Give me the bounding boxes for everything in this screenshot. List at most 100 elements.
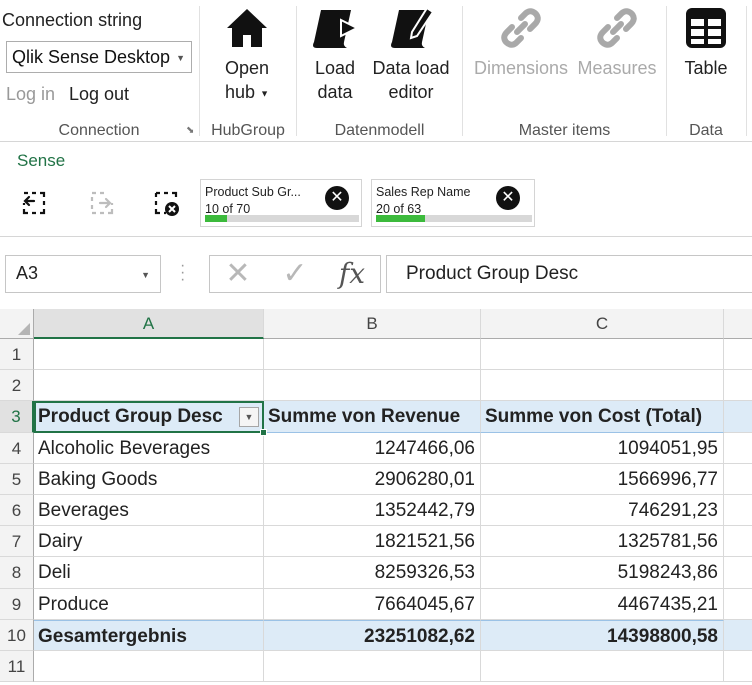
ribbon: Connection string Qlik Sense Desktop ▼ L… [0,0,752,142]
close-icon[interactable]: ✕ [496,186,520,210]
empty-cell[interactable] [724,464,752,495]
pivot-data-cell[interactable]: 1247466,06 [264,432,481,464]
empty-cell[interactable] [481,370,724,402]
pivot-header-cell[interactable]: Summe von Revenue [264,401,481,433]
fill-handle[interactable] [260,428,267,436]
empty-cell[interactable] [724,370,752,402]
cancel-icon[interactable]: ✕ [220,258,256,290]
row-header[interactable]: 1 [0,339,34,371]
cell-text: 2906280,01 [374,468,475,490]
measures-button[interactable]: Measures [575,6,659,80]
empty-cell[interactable] [481,651,724,683]
select-all-button[interactable] [0,309,34,339]
data-load-editor-label-1: Data load [372,58,450,78]
empty-cell[interactable] [724,651,752,683]
dialog-launcher-icon[interactable]: ⬊ [186,126,196,136]
empty-cell[interactable] [724,557,752,589]
hubgroup-group-label: HubGroup [211,122,285,139]
cell-text: 4467435,21 [617,593,718,615]
pivot-data-cell[interactable]: Dairy [34,526,264,558]
cell-text: Summe von Cost (Total) [485,406,703,428]
name-box[interactable]: A3 ▼ [5,255,161,293]
row-header[interactable]: 9 [0,588,34,620]
row-header[interactable]: 4 [0,432,34,464]
connection-select[interactable]: Qlik Sense Desktop ▼ [6,41,192,73]
empty-cell[interactable] [724,495,752,527]
empty-cell[interactable] [724,339,752,371]
cell-text: 746291,23 [628,500,718,521]
clear-selections-icon[interactable] [152,189,180,217]
pivot-data-cell[interactable]: Beverages [34,495,264,527]
insert-function-button[interactable]: fx [330,258,374,290]
column-header-d[interactable] [724,309,752,339]
connection-string-label: Connection string [2,10,143,30]
row-header[interactable]: 2 [0,370,34,402]
row-header[interactable]: 7 [0,526,34,558]
column-header-a[interactable]: A [34,309,264,339]
selection-chip[interactable]: Sales Rep Name 20 of 63 ✕ [371,179,535,227]
pivot-data-cell[interactable]: 8259326,53 [264,557,481,589]
enter-icon[interactable]: ✓ [276,258,314,290]
pivot-data-cell[interactable]: 1094051,95 [481,432,724,464]
empty-cell[interactable] [34,651,264,683]
empty-cell[interactable] [724,401,752,433]
pivot-data-cell[interactable]: 4467435,21 [481,588,724,620]
pivot-data-cell[interactable]: 1821521,56 [264,526,481,558]
master-items-group: Dimensions Measures Master items [463,0,666,142]
empty-cell[interactable] [724,619,752,651]
pivot-data-cell[interactable]: 2906280,01 [264,463,481,495]
close-icon[interactable]: ✕ [325,186,349,210]
load-data-button[interactable]: Load data [309,6,361,104]
empty-cell[interactable] [724,433,752,464]
pivot-data-cell[interactable]: 1352442,79 [264,495,481,527]
pivot-data-cell[interactable]: Baking Goods [34,463,264,495]
pivot-total-cell[interactable]: 23251082,62 [264,619,481,651]
column-header-b[interactable]: B [264,309,481,339]
empty-cell[interactable] [481,339,724,371]
empty-cell[interactable] [34,370,264,402]
pivot-data-cell[interactable]: Alcoholic Beverages [34,432,264,464]
forward-selection-icon[interactable] [88,189,116,217]
pivot-data-cell[interactable]: 5198243,86 [481,557,724,589]
cell-text: 1247466,06 [374,437,475,459]
more-icon[interactable]: · · · [180,258,186,288]
empty-cell[interactable] [724,526,752,558]
data-load-editor-button[interactable]: Data load editor [369,6,453,104]
empty-cell[interactable] [264,370,481,402]
table-button[interactable]: Table [677,6,735,80]
empty-cell[interactable] [724,589,752,620]
dimensions-button[interactable]: Dimensions [469,6,573,80]
selection-field-name: Product Sub Gr... [205,185,301,199]
row-header[interactable]: 11 [0,651,34,683]
formula-input[interactable]: Product Group Desc [386,255,752,293]
pivot-data-cell[interactable]: Deli [34,557,264,589]
cell-text: Deli [38,562,71,584]
filter-dropdown-icon[interactable]: ▼ [239,407,259,428]
pivot-total-cell[interactable]: 14398800,58 [481,619,724,651]
back-selection-icon[interactable] [20,189,48,217]
pivot-header-cell[interactable]: Summe von Cost (Total) [481,401,724,433]
pivot-total-cell[interactable]: Gesamtergebnis [34,619,264,651]
pivot-data-cell[interactable]: 7664045,67 [264,588,481,620]
row-header[interactable]: 6 [0,495,34,527]
open-hub-button[interactable]: Open hub ▼ [216,6,278,105]
empty-cell[interactable] [264,651,481,683]
login-button[interactable]: Log in [6,84,55,105]
pivot-data-cell[interactable]: 1566996,77 [481,463,724,495]
row-header[interactable]: 3 [0,401,34,433]
selection-chip[interactable]: Product Sub Gr... 10 of 70 ✕ [200,179,362,227]
cell-text: Baking Goods [38,468,158,490]
pivot-data-cell[interactable]: Produce [34,588,264,620]
pivot-data-cell[interactable]: 1325781,56 [481,526,724,558]
pivot-data-cell[interactable]: 746291,23 [481,495,724,527]
logout-button[interactable]: Log out [69,84,129,105]
empty-cell[interactable] [264,339,481,371]
row-header[interactable]: 10 [0,619,34,651]
empty-cell[interactable] [34,339,264,371]
row-header[interactable]: 5 [0,463,34,495]
data-group: Table Data [667,0,745,142]
pivot-header-cell[interactable]: Product Group Desc ▼ [34,401,264,433]
row-header[interactable]: 8 [0,557,34,589]
column-header-c[interactable]: C [481,309,724,339]
cell-text: 1352442,79 [374,500,475,521]
